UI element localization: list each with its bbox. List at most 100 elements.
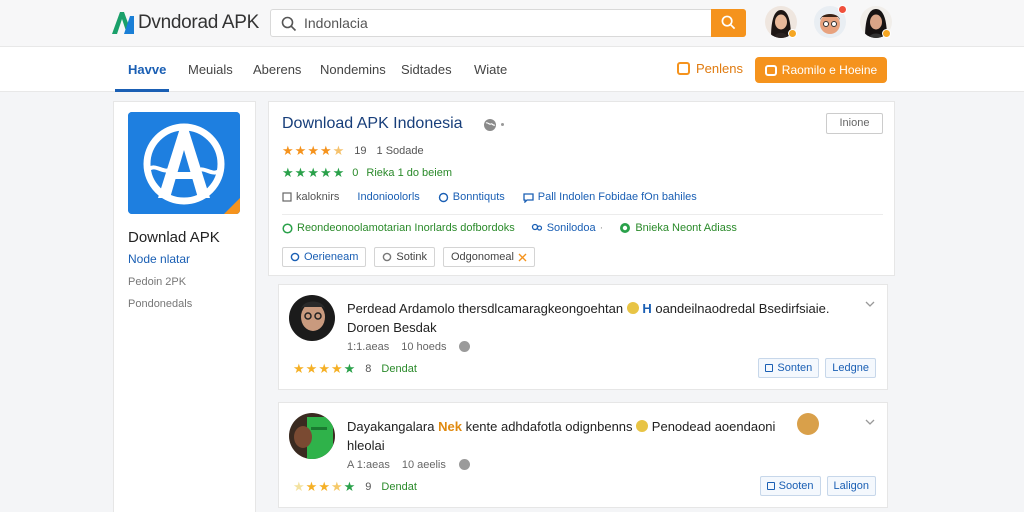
features-row: Reondeonoolamotarian Inorlards dofbordok… [282,222,753,234]
shield-icon [620,223,631,233]
logo-icon [110,10,136,36]
tag-item[interactable]: Pall Indolen Fobidae fOn bahiles [523,191,697,203]
review-stars: ★ ★ ★ ★ ★ [293,361,356,376]
check-icon [282,222,293,234]
review-primary-button[interactable]: Sooten [759,476,821,496]
tag-item[interactable]: Indonioolorls [357,191,419,203]
premium-label: Penlens [696,61,743,76]
search-icon [281,16,297,32]
reviewer-avatar[interactable] [289,413,335,459]
nav-item[interactable]: Wiate [474,62,507,77]
reviewer-badge-icon [797,413,819,435]
chip-button[interactable]: Odgonomeal [443,247,535,267]
sidebar-meta: Pondonedals [128,298,193,310]
chevron-down-icon[interactable] [865,417,875,427]
review-count: 10 aeelis [401,458,446,471]
main-nav: Havve Meuials Aberens Nondemins Sidtades… [0,46,1024,92]
circle-icon [290,252,300,262]
feature-item[interactable]: Bnieka Neont Adiass [619,222,737,234]
review-rating-label: Dendat [381,480,417,493]
review-stars: ★ ★ ★ ★ ★ [293,479,356,494]
review-actions: Sonten Ledgne [758,358,876,378]
chip-button[interactable]: Sotink [374,247,435,267]
review-primary-button[interactable]: Sonten [758,358,820,378]
reviewer-avatar[interactable] [289,295,335,341]
review-date: A 1:aeas [347,458,390,471]
green-stars: ★ ★ ★ ★ ★ [282,165,345,180]
site-logo[interactable]: Dvndorad APK [110,9,259,37]
link-icon [438,192,448,202]
installs-count: 0 [352,166,359,179]
nav-active-indicator [115,89,169,92]
sidebar-app-name: Downlad APK [128,229,220,246]
box-icon [765,364,774,372]
review-secondary-button[interactable]: Ledgne [825,358,876,378]
feature-item[interactable]: Sonilodoa · [531,222,603,234]
cta-button[interactable]: Raomilo e Hoeine [755,57,887,83]
rating-stars: ★ ★ ★ ★ ★ [282,143,345,158]
box-icon [766,482,775,490]
info-button[interactable]: Inione [826,113,883,134]
review-count: 10 hoeds [401,340,447,353]
review-meta: 1:1.aeas 10 hoeds [347,340,471,353]
globe-icon [459,341,471,352]
search-bar[interactable]: Indonlacia [270,9,746,37]
premium-icon [677,62,690,75]
globe-icon[interactable] [483,118,497,132]
review-score: 9 [365,480,372,493]
feature-item[interactable]: Reondeonoolamotarian Inorlards dofbordok… [282,222,515,234]
review-meta: A 1:aeas 10 aeelis [347,458,471,471]
review-card: Dayakangalara Nek kente adhdafotla odign… [278,402,888,508]
nav-item[interactable]: Sidtades [401,62,452,77]
sidebar-developer-link[interactable]: Node nlatar [128,252,190,266]
search-button[interactable] [711,9,746,37]
tag-item[interactable]: kaloknirs [282,191,339,203]
review-date: 1:1.aeas [347,340,390,353]
status-dot [788,29,797,38]
tags-row: kaloknirs Indonioolorls Bonntiquts Pall … [282,191,715,203]
app-title: Download APK Indonesia [282,115,463,132]
logo-text: Dvndorad APK [138,12,260,33]
search-icon [721,15,736,30]
globe-icon [458,459,470,470]
separator-dot [501,123,504,126]
review-rating: ★ ★ ★ ★ ★ 8 Dendat [293,362,417,375]
emoji-icon [626,302,639,314]
app-icon[interactable] [128,112,240,214]
review-actions: Sooten Laligon [759,476,876,496]
chip-button[interactable]: Oerieneam [282,247,367,267]
nav-item[interactable]: Nondemins [320,62,386,77]
emoji-icon [636,420,649,432]
close-icon [518,253,527,261]
installs-text: Rieka 1 do beiem [366,166,453,179]
tag-item[interactable]: Bonntiquts [438,191,505,203]
document-icon [282,192,292,202]
chat-icon [523,192,534,203]
review-score: 8 [365,362,372,375]
nav-home[interactable]: Havve [128,62,166,77]
nav-item[interactable]: Meuials [188,62,233,77]
review-secondary-button[interactable]: Laligon [826,476,876,496]
action-chips: Oerieneam Sotink Odgonomeal [282,247,535,267]
rating-text: 1 Sodade [376,144,424,157]
chevron-down-icon[interactable] [865,299,875,309]
review-rating-label: Dendat [381,362,417,375]
app-sidebar: Downlad APK Node nlatar Pedoin 2PK Pondo… [113,101,256,512]
review-text: Dayakangalara Nek kente adhdafotla odign… [347,419,776,453]
notification-dot [838,5,847,14]
rating-row: ★ ★ ★ ★ ★ 19 1 Sodade [282,144,424,157]
top-bar: Dvndorad APK Indonlacia [0,0,1024,46]
divider [282,214,883,215]
search-input[interactable]: Indonlacia [304,15,368,31]
status-dot [882,29,891,38]
cta-label: Raomilo e Hoeine [781,63,878,77]
review-rating: ★ ★ ★ ★ ★ 9 Dendat [293,480,417,493]
review-text: Perdead Ardamolo thersdlcamaragkeongoeht… [347,301,830,335]
nav-item[interactable]: Aberens [253,62,301,77]
chat-icon [764,64,777,76]
app-details-card: Download APK Indonesia Inione ★ ★ ★ ★ ★ 19 1… [268,101,895,276]
sidebar-meta: Pedoin 2PK [128,276,187,288]
premium-link[interactable]: Penlens [677,61,743,76]
people-icon [531,223,542,231]
review-card: Perdead Ardamolo thersdlcamaragkeongoeht… [278,284,888,390]
